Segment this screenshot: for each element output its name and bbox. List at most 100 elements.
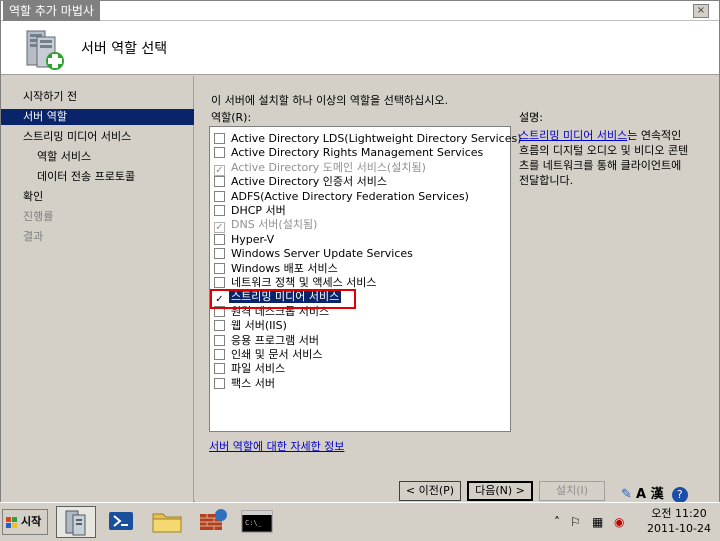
- role-label: 응용 프로그램 서버: [231, 333, 319, 347]
- role-item[interactable]: Windows Server Update Services: [214, 247, 413, 261]
- clock-time: 오전 11:20: [651, 507, 707, 520]
- checkbox[interactable]: [214, 233, 225, 245]
- install-button[interactable]: 설치(I): [539, 481, 605, 501]
- role-item[interactable]: 파일 서비스: [214, 362, 285, 376]
- checkbox[interactable]: [214, 205, 225, 216]
- sidebar-step[interactable]: 시작하기 전: [1, 89, 194, 105]
- start-label: 시작: [21, 515, 42, 528]
- checkbox[interactable]: [214, 262, 225, 274]
- title-bar[interactable]: 역할 추가 마법사 ×: [1, 1, 719, 21]
- checkbox[interactable]: [214, 190, 225, 202]
- description-label: 설명:: [519, 111, 543, 124]
- checkbox-checked: ✓: [214, 222, 225, 234]
- server-manager-taskbar-button[interactable]: [56, 506, 96, 538]
- checkbox[interactable]: [214, 133, 225, 144]
- svg-text:C:\_: C:\_: [245, 519, 263, 527]
- checkbox[interactable]: [214, 377, 225, 389]
- checkbox-checked: ✓: [214, 164, 225, 176]
- powershell-icon: [109, 512, 133, 530]
- server-manager-icon: [65, 510, 86, 536]
- highlight-box: [210, 289, 356, 309]
- role-label: 팩스 서버: [231, 376, 275, 390]
- next-button[interactable]: 다음(N) >: [467, 481, 533, 501]
- checkbox[interactable]: [214, 248, 225, 260]
- server-add-icon: [26, 30, 64, 70]
- checkbox[interactable]: [214, 277, 225, 288]
- role-label: Hyper-V: [231, 232, 275, 246]
- volume-muted-icon[interactable]: ◉: [614, 515, 624, 529]
- clock-date: 2011-10-24: [647, 522, 711, 535]
- main-panel: 이 서버에 설치할 하나 이상의 역할을 선택하십시오. 역할(R): Acti…: [195, 76, 719, 502]
- sidebar-step: 진행률: [23, 210, 54, 223]
- page-title: 서버 역할 선택: [81, 41, 168, 57]
- role-item[interactable]: 팩스 서버: [214, 377, 275, 391]
- role-label: Active Directory 인증서 서비스: [231, 175, 387, 189]
- role-label: Active Directory LDS(Lightweight Directo…: [231, 132, 522, 145]
- role-label: Windows Server Update Services: [231, 247, 413, 261]
- role-item[interactable]: ADFS(Active Directory Federation Service…: [214, 190, 469, 204]
- role-item[interactable]: 네트워크 정책 및 액세스 서비스: [214, 276, 377, 290]
- role-label: DHCP 서버: [231, 204, 286, 217]
- tray-expand-icon[interactable]: ˄: [554, 515, 560, 529]
- taskbar: 시작 C:\_ ˄ ⚐ ▦ ◉ 오전 11:20 2011-10-24: [0, 502, 720, 540]
- role-item[interactable]: 인쇄 및 문서 서비스: [214, 348, 322, 362]
- clock[interactable]: 오전 11:20 2011-10-24: [640, 506, 718, 536]
- sidebar-step[interactable]: 확인: [1, 189, 194, 205]
- command-prompt-icon: C:\_: [241, 510, 273, 533]
- description-text: 스트리밍 미디어 서비스는 연속적인 흐름의 디지털 오디오 및 비디오 콘텐츠…: [519, 128, 691, 188]
- wizard-window: 역할 추가 마법사 × 서버 역할 선택 시작하기 전서버 역할스트리밍 미디어…: [0, 0, 720, 503]
- wizard-banner: 서버 역할 선택: [1, 21, 719, 75]
- role-item[interactable]: Hyper-V: [214, 233, 274, 247]
- wizard-steps: 시작하기 전서버 역할스트리밍 미디어 서비스역할 서비스데이터 전송 프로토콜…: [1, 76, 194, 502]
- explorer-taskbar-button[interactable]: [148, 506, 188, 538]
- role-label: ADFS(Active Directory Federation Service…: [231, 189, 469, 203]
- sidebar-step[interactable]: 역할 서비스: [1, 149, 194, 165]
- prev-button[interactable]: < 이전(P): [399, 481, 461, 501]
- checkbox[interactable]: [214, 334, 225, 346]
- role-label: DNS 서버(설치됨): [231, 218, 318, 232]
- checkbox[interactable]: [214, 176, 225, 188]
- checkbox[interactable]: [214, 349, 225, 360]
- close-button[interactable]: ×: [693, 4, 709, 18]
- role-label: Windows 배포 서비스: [231, 261, 338, 275]
- role-item[interactable]: 웹 서버(IIS): [214, 319, 287, 333]
- language-label: A 漢: [636, 487, 664, 502]
- windows-logo-icon: [6, 517, 17, 528]
- role-item: ✓ Active Directory 도메인 서비스(설치됨): [214, 160, 426, 176]
- role-item[interactable]: Active Directory LDS(Lightweight Directo…: [214, 132, 522, 146]
- role-label: Active Directory Rights Management Servi…: [231, 146, 484, 160]
- help-icon[interactable]: ?: [671, 487, 688, 503]
- role-label: Active Directory 도메인 서비스(설치됨): [231, 160, 426, 174]
- roles-label: 역할(R):: [211, 111, 252, 124]
- language-bar[interactable]: ✎ A 漢 ?: [621, 483, 688, 503]
- role-label: 네트워크 정책 및 액세스 서비스: [231, 276, 377, 289]
- more-info-link[interactable]: 서버 역할에 대한 자세한 정보: [209, 438, 344, 454]
- role-item[interactable]: DHCP 서버: [214, 204, 286, 218]
- description-link[interactable]: 스트리밍 미디어 서비스: [519, 129, 627, 142]
- checkbox[interactable]: [214, 147, 225, 159]
- instruction-text: 이 서버에 설치할 하나 이상의 역할을 선택하십시오.: [211, 94, 448, 107]
- firewall-taskbar-button[interactable]: [194, 506, 234, 538]
- checkbox[interactable]: [214, 363, 225, 375]
- role-item[interactable]: Active Directory Rights Management Servi…: [214, 146, 483, 160]
- checkbox[interactable]: [214, 320, 225, 332]
- role-item[interactable]: Windows 배포 서비스: [214, 262, 338, 276]
- cmd-taskbar-button[interactable]: C:\_: [238, 506, 278, 538]
- window-title: 역할 추가 마법사: [3, 1, 100, 21]
- roles-list[interactable]: Active Directory LDS(Lightweight Directo…: [209, 126, 522, 432]
- language-icon: ✎: [621, 487, 632, 502]
- start-button[interactable]: 시작: [2, 509, 48, 535]
- flag-icon[interactable]: ⚐: [570, 515, 581, 529]
- sidebar-step: 결과: [23, 230, 44, 243]
- role-item: ✓ DNS 서버(설치됨): [214, 218, 318, 234]
- role-label: 웹 서버(IIS): [231, 319, 287, 333]
- sidebar-step[interactable]: 스트리밍 미디어 서비스: [1, 129, 194, 145]
- firewall-icon: [200, 509, 227, 530]
- folder-icon: [152, 513, 182, 533]
- sidebar-step[interactable]: 서버 역할: [1, 109, 194, 125]
- role-item[interactable]: Active Directory 인증서 서비스: [214, 175, 387, 189]
- sidebar-step[interactable]: 데이터 전송 프로토콜: [1, 169, 194, 185]
- role-item[interactable]: 응용 프로그램 서버: [214, 334, 319, 348]
- network-icon[interactable]: ▦: [592, 515, 603, 529]
- powershell-taskbar-button[interactable]: [102, 506, 142, 538]
